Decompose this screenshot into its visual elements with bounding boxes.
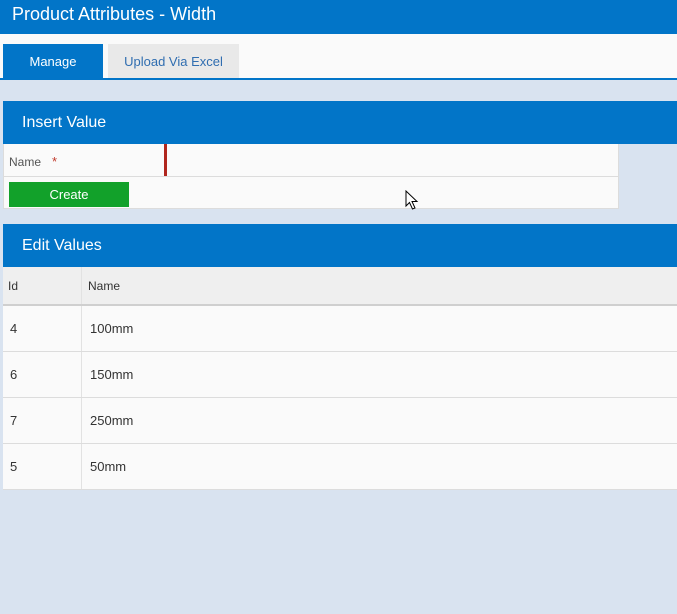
cell-name-value: 100mm: [90, 321, 134, 336]
edit-values-header: Edit Values: [3, 224, 677, 267]
cell-id-value: 7: [10, 413, 18, 428]
name-input[interactable]: [164, 144, 618, 176]
cell-id: 6: [3, 352, 82, 397]
column-header-name-label: Name: [88, 279, 121, 293]
table-header: Id Name: [3, 267, 677, 306]
title-bar: Product Attributes - Width: [0, 0, 677, 34]
cell-id: 4: [3, 306, 82, 351]
column-header-id-label: Id: [8, 279, 19, 293]
cell-id-value: 6: [10, 367, 18, 382]
edit-values-title: Edit Values: [22, 237, 102, 254]
tab-upload-via-excel[interactable]: Upload Via Excel: [108, 44, 239, 78]
cell-name: 100mm: [83, 306, 677, 351]
table-row[interactable]: 7 250mm: [3, 398, 677, 444]
values-table: Id Name 4 100mm 6 150mm 7 250mm 5 50mm: [3, 267, 677, 490]
cell-id-value: 4: [10, 321, 18, 336]
name-field-row: Name *: [4, 144, 618, 177]
page-title: Product Attributes - Width: [12, 4, 217, 24]
column-header-name[interactable]: Name: [83, 267, 677, 304]
required-mark: *: [52, 154, 58, 169]
mouse-pointer-icon: [405, 190, 419, 210]
insert-value-title: Insert Value: [22, 114, 107, 131]
cell-name: 150mm: [83, 352, 677, 397]
cell-id: 5: [3, 444, 82, 489]
tab-upload-label: Upload Via Excel: [124, 53, 223, 69]
cell-name-value: 50mm: [90, 459, 127, 474]
cell-name: 250mm: [83, 398, 677, 443]
table-row[interactable]: 5 50mm: [3, 444, 677, 490]
tab-manage[interactable]: Manage: [3, 44, 103, 78]
table-row[interactable]: 6 150mm: [3, 352, 677, 398]
insert-value-header: Insert Value: [3, 101, 677, 144]
cell-id: 7: [3, 398, 82, 443]
cell-id-value: 5: [10, 459, 18, 474]
tab-bar: Manage Upload Via Excel: [0, 34, 677, 80]
name-label: Name: [9, 155, 42, 169]
column-header-id[interactable]: Id: [3, 267, 82, 304]
insert-value-form: Name * Create: [3, 144, 619, 209]
cell-name: 50mm: [83, 444, 677, 489]
create-button[interactable]: Create: [9, 182, 129, 207]
tab-manage-label: Manage: [29, 53, 77, 69]
cell-name-value: 250mm: [90, 413, 134, 428]
table-row[interactable]: 4 100mm: [3, 306, 677, 352]
cell-name-value: 150mm: [90, 367, 134, 382]
